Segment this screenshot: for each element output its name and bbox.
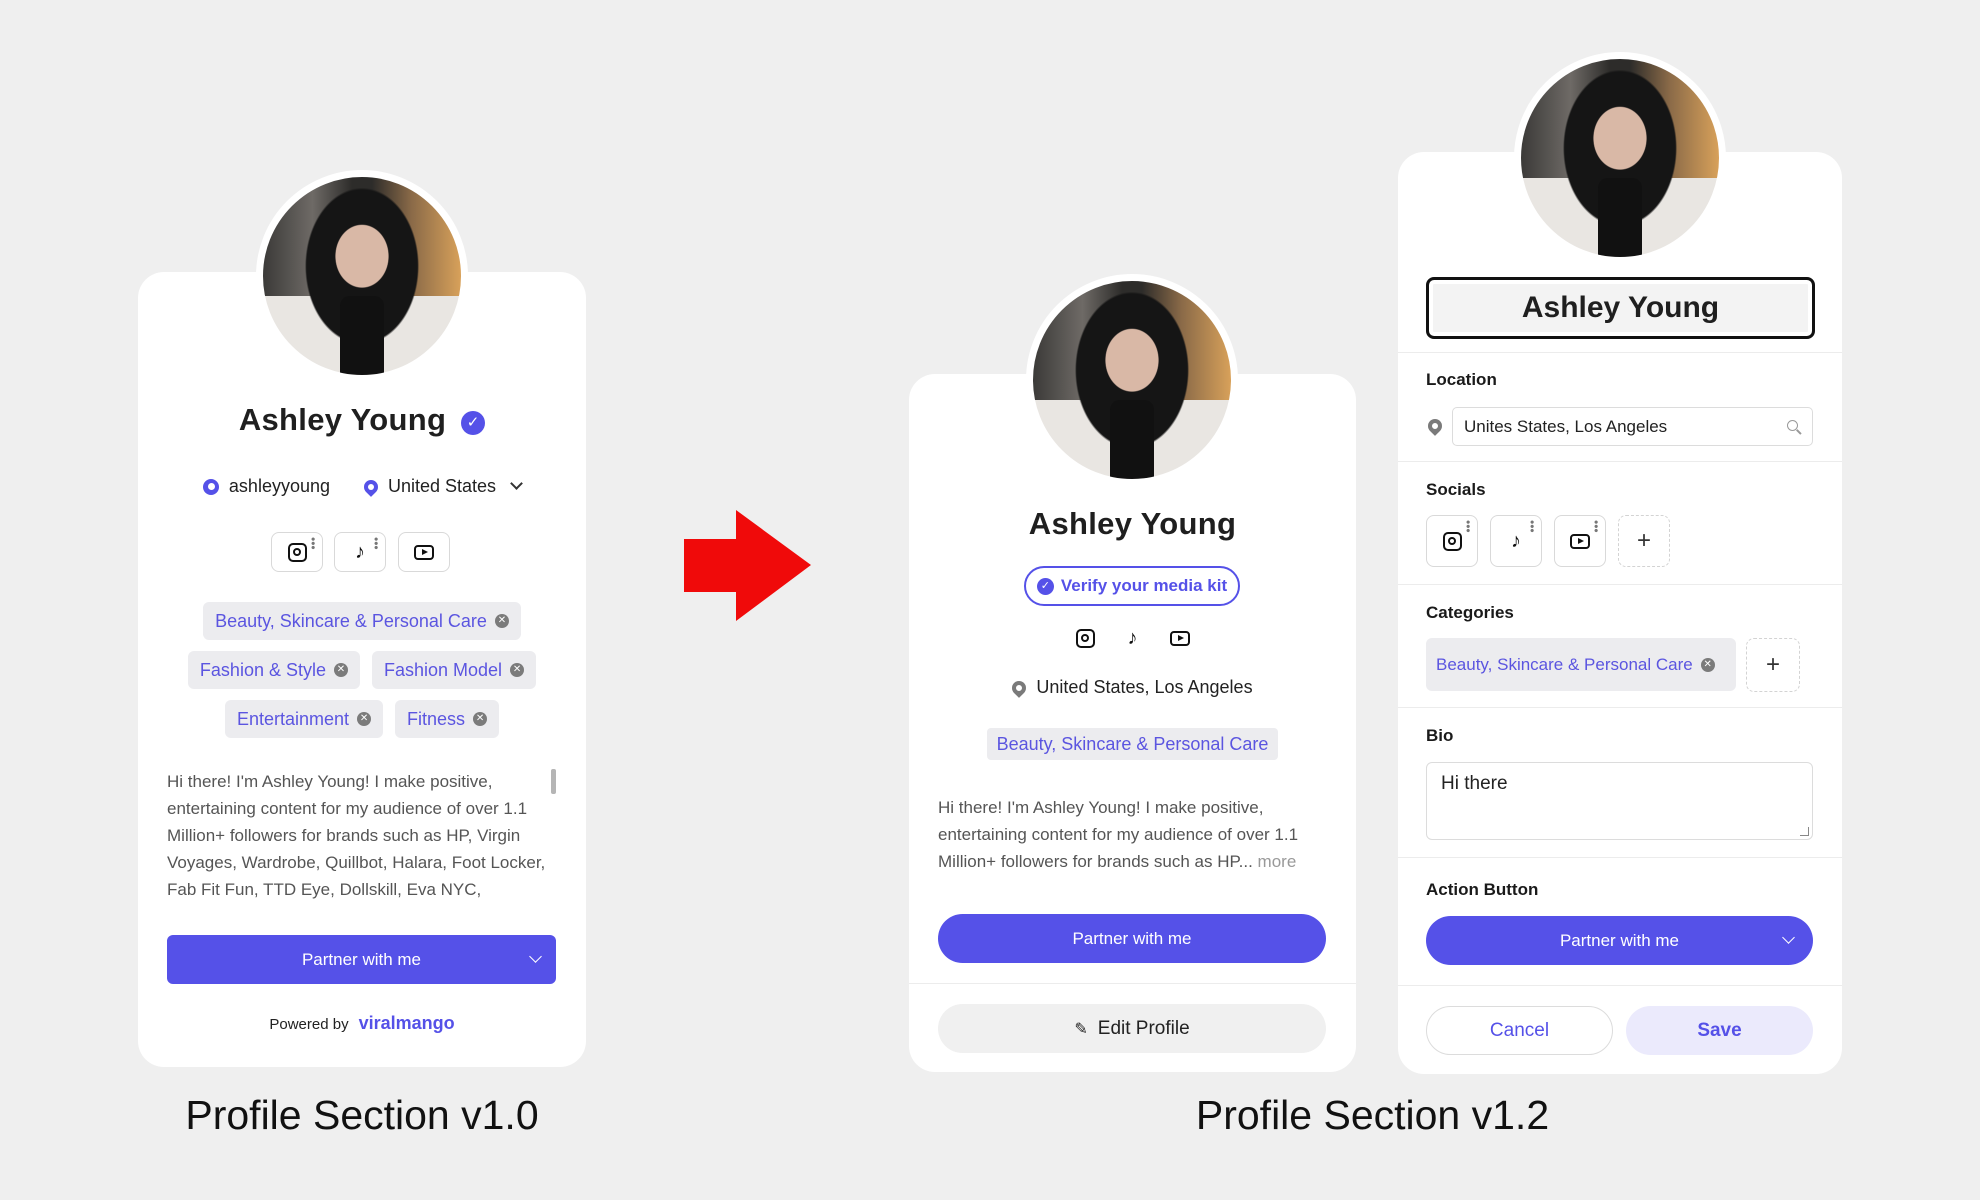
divider <box>1398 857 1842 858</box>
divider <box>1398 461 1842 462</box>
profile-avatar-v12-view <box>1026 274 1238 486</box>
username: ashleyyoung <box>228 476 330 496</box>
plus-icon: + <box>1765 651 1780 678</box>
tiktok-icon: ♪ <box>1511 530 1521 552</box>
divider <box>1398 584 1842 585</box>
profile-name-v1: Ashley Young ✓ <box>138 402 586 438</box>
social-instagram-edit[interactable]: ••• <box>1426 515 1478 567</box>
category-row-v12: Beauty, Skincare & Personal Care <box>909 728 1356 760</box>
category-chip[interactable]: Fashion Model ✕ <box>371 651 537 689</box>
category-chip[interactable]: Entertainment ✕ <box>224 700 384 738</box>
category-row-2: Fashion & Style ✕ Fashion Model ✕ <box>138 651 586 689</box>
action-button-label: Action Button <box>1426 880 1539 899</box>
profile-avatar-v1 <box>256 170 468 382</box>
divider <box>1398 352 1842 353</box>
action-button-select[interactable]: Partner with me <box>1426 916 1813 965</box>
remove-icon[interactable]: ✕ <box>473 712 488 726</box>
viralmango-logo[interactable]: viralmango <box>359 1013 455 1034</box>
verified-badge-icon: ✓ <box>461 411 486 435</box>
remove-icon[interactable]: ✕ <box>333 663 348 677</box>
instagram-icon <box>287 542 307 562</box>
divider <box>1398 707 1842 708</box>
chevron-down-icon <box>1782 931 1795 944</box>
chevron-down-icon <box>529 950 542 963</box>
category-chip-edit[interactable]: Beauty, Skincare & Personal Care ✕ <box>1426 638 1736 691</box>
name-input[interactable]: Ashley Young <box>1426 277 1815 339</box>
bio-label: Bio <box>1426 726 1454 745</box>
location-row-v12: United States, Los Angeles <box>909 677 1356 698</box>
more-link[interactable]: more <box>1258 852 1297 871</box>
bio-text-v1: Hi there! I'm Ashley Young! I make posit… <box>167 772 546 899</box>
divider <box>909 983 1356 984</box>
social-youtube-v1[interactable] <box>398 532 450 572</box>
plus-icon: + <box>1636 527 1651 554</box>
category-row-1: Beauty, Skincare & Personal Care ✕ <box>138 602 586 640</box>
socials-label: Socials <box>1426 480 1486 499</box>
remove-icon[interactable]: ✕ <box>494 614 509 628</box>
instagram-icon <box>1442 531 1462 551</box>
social-youtube-edit[interactable]: ••• <box>1554 515 1606 567</box>
viralmango-logo-icon <box>202 478 219 495</box>
add-social-button[interactable]: + <box>1618 515 1670 567</box>
category-chip[interactable]: Beauty, Skincare & Personal Care ✕ <box>203 602 521 640</box>
profile-avatar-v12-edit <box>1514 52 1726 264</box>
social-instagram-v1[interactable]: ••• <box>271 532 323 572</box>
caption-v1: Profile Section v1.0 <box>185 1092 539 1138</box>
tiktok-icon: ♪ <box>355 541 365 563</box>
location-pin-icon <box>361 476 381 497</box>
caption-v12: Profile Section v1.2 <box>1195 1092 1550 1138</box>
profile-name-v12: Ashley Young <box>1028 506 1237 541</box>
social-icons-row-v12: ♪ <box>1076 628 1190 648</box>
location-label: Location <box>1426 370 1497 389</box>
social-tiktok-edit[interactable]: ♪ ••• <box>1490 515 1542 567</box>
partner-button-v1[interactable]: Partner with me <box>167 935 556 984</box>
bio-scrollbar[interactable] <box>551 769 556 794</box>
location-pin-icon <box>1009 677 1030 698</box>
chevron-down-icon[interactable] <box>510 477 523 490</box>
save-button[interactable]: Save <box>1626 1006 1813 1055</box>
pencil-icon: ✎ <box>1074 1020 1088 1038</box>
youtube-icon <box>414 544 434 560</box>
partner-button-v12[interactable]: Partner with me <box>938 914 1326 963</box>
powered-by: Powered by viralmango <box>269 1013 455 1034</box>
category-chip[interactable]: Fitness ✕ <box>395 700 500 738</box>
youtube-icon[interactable] <box>1170 630 1190 646</box>
category-chip: Beauty, Skincare & Personal Care <box>986 728 1279 760</box>
youtube-icon <box>1570 533 1590 549</box>
tiktok-icon[interactable]: ♪ <box>1128 628 1138 648</box>
verified-badge-icon: ✓ <box>1036 577 1054 595</box>
edit-profile-button[interactable]: ✎ Edit Profile <box>938 1004 1326 1053</box>
resize-handle-icon[interactable] <box>1800 827 1809 836</box>
remove-icon[interactable]: ✕ <box>357 712 372 726</box>
categories-label: Categories <box>1426 603 1514 622</box>
category-chip[interactable]: Fashion & Style ✕ <box>187 651 360 689</box>
instagram-icon[interactable] <box>1076 628 1095 648</box>
category-row-3: Entertainment ✕ Fitness ✕ <box>138 700 586 738</box>
divider <box>1398 985 1842 986</box>
add-category-button[interactable]: + <box>1746 638 1800 692</box>
location-input[interactable]: Unites States, Los Angeles <box>1452 407 1813 446</box>
social-tiktok-v1[interactable]: ♪ ••• <box>334 532 386 572</box>
cancel-button[interactable]: Cancel <box>1426 1006 1613 1055</box>
bio-text-v12: Hi there! I'm Ashley Young! I make posit… <box>938 798 1299 871</box>
remove-icon[interactable]: ✕ <box>510 663 525 677</box>
verify-media-kit-button[interactable]: ✓ Verify your media kit <box>1024 566 1240 606</box>
profile-meta-row-v1: ashleyyoung United States <box>138 476 586 497</box>
bio-textarea[interactable]: Hi there <box>1426 762 1813 840</box>
country-select[interactable]: United States <box>388 476 496 497</box>
remove-icon[interactable]: ✕ <box>1700 657 1715 672</box>
arrow-right-icon <box>684 510 811 621</box>
